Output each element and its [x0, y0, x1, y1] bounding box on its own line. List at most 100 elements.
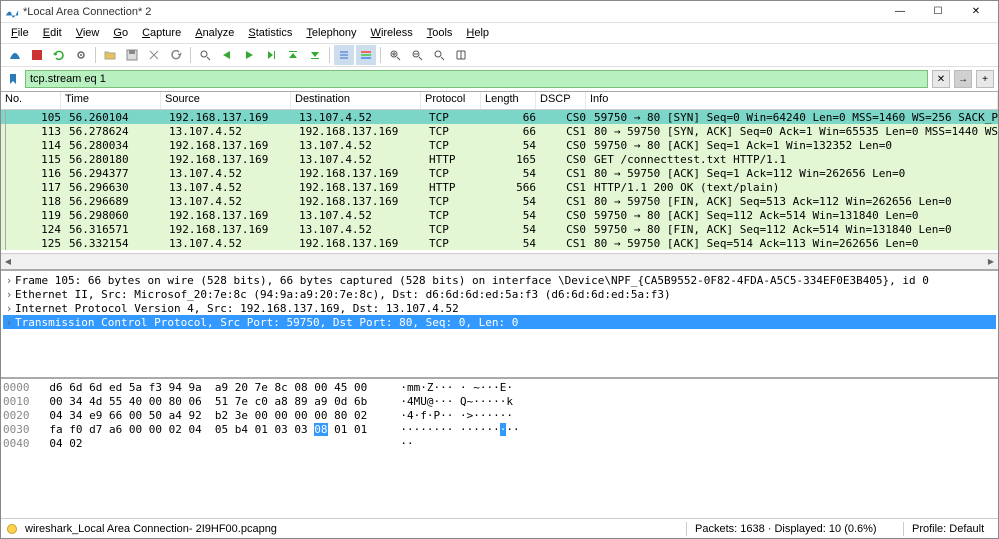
hex-offset: 0020 [3, 409, 30, 422]
toolbar-separator [95, 47, 96, 63]
cell-source: 13.107.4.52 [165, 237, 295, 250]
packet-list-header[interactable]: No. Time Source Destination Protocol Len… [1, 92, 998, 110]
detail-tree-item[interactable]: ›Transmission Control Protocol, Src Port… [3, 315, 996, 329]
packet-row[interactable]: 11956.298060192.168.137.16913.107.4.52TC… [1, 208, 998, 222]
cell-source: 13.107.4.52 [165, 181, 295, 194]
hex-row[interactable]: 0000 d6 6d 6d ed 5a f3 94 9a a9 20 7e 8c… [3, 381, 996, 395]
column-header-destination[interactable]: Destination [291, 92, 421, 109]
resize-columns-button[interactable] [451, 45, 471, 65]
packet-row[interactable]: 10556.260104192.168.137.16913.107.4.52TC… [1, 110, 998, 124]
packet-row[interactable]: 11456.280034192.168.137.16913.107.4.52TC… [1, 138, 998, 152]
detail-tree-item[interactable]: ›Frame 105: 66 bytes on wire (528 bits),… [3, 273, 996, 287]
hex-row[interactable]: 0010 00 34 4d 55 40 00 80 06 51 7e c0 a8… [3, 395, 996, 409]
packet-row[interactable]: 11856.29668913.107.4.52192.168.137.169TC… [1, 194, 998, 208]
menu-edit[interactable]: Edit [37, 25, 68, 41]
packet-row[interactable]: 12556.33215413.107.4.52192.168.137.169TC… [1, 236, 998, 250]
hex-row[interactable]: 0030 fa f0 d7 a6 00 00 02 04 05 b4 01 03… [3, 423, 996, 437]
packet-list-hscroll[interactable]: ◀ ▶ [1, 253, 998, 269]
packet-row[interactable]: 11556.280180192.168.137.16913.107.4.52HT… [1, 152, 998, 166]
zoom-reset-button[interactable] [429, 45, 449, 65]
menu-help[interactable]: Help [460, 25, 495, 41]
go-back-button[interactable] [217, 45, 237, 65]
status-bar: wireshark_Local Area Connection- 2I9HF00… [1, 518, 998, 538]
detail-tree-item[interactable]: ›Ethernet II, Src: Microsof_20:7e:8c (94… [3, 287, 996, 301]
cell-no: 115 [17, 153, 65, 166]
zoom-in-button[interactable] [385, 45, 405, 65]
status-profile-label[interactable]: Profile: Default [912, 523, 992, 535]
packet-row[interactable]: 11356.27862413.107.4.52192.168.137.169TC… [1, 124, 998, 138]
menu-statistics[interactable]: Statistics [242, 25, 298, 41]
expand-toggle-icon[interactable]: › [3, 302, 15, 315]
find-packet-button[interactable] [195, 45, 215, 65]
zoom-out-button[interactable] [407, 45, 427, 65]
colorize-button[interactable] [356, 45, 376, 65]
folder-open-icon [104, 49, 116, 61]
packet-bytes-pane[interactable]: 0000 d6 6d 6d ed 5a f3 94 9a a9 20 7e 8c… [1, 377, 998, 457]
detail-tree-item[interactable]: ›Internet Protocol Version 4, Src: 192.1… [3, 301, 996, 315]
column-header-info[interactable]: Info [586, 92, 998, 109]
menu-telephony[interactable]: Telephony [300, 25, 362, 41]
column-header-source[interactable]: Source [161, 92, 291, 109]
column-header-protocol[interactable]: Protocol [421, 92, 481, 109]
detail-text: Frame 105: 66 bytes on wire (528 bits), … [15, 274, 929, 287]
bookmark-icon[interactable] [5, 71, 21, 87]
jump-packet-button[interactable] [261, 45, 281, 65]
expand-toggle-icon[interactable]: › [3, 274, 15, 287]
arrow-up-bar-icon [287, 49, 299, 61]
column-header-length[interactable]: Length [481, 92, 536, 109]
menu-view[interactable]: View [70, 25, 106, 41]
stop-capture-button[interactable] [27, 45, 47, 65]
close-file-button[interactable] [144, 45, 164, 65]
go-forward-button[interactable] [239, 45, 259, 65]
start-capture-button[interactable] [5, 45, 25, 65]
clear-filter-button[interactable]: ✕ [932, 70, 950, 88]
apply-filter-button[interactable]: → [954, 70, 972, 88]
cell-destination: 192.168.137.169 [295, 195, 425, 208]
expand-toggle-icon[interactable]: › [3, 316, 15, 329]
reload-button[interactable] [166, 45, 186, 65]
menu-file[interactable]: File [5, 25, 35, 41]
title-bar[interactable]: *Local Area Connection* 2 — ☐ ✕ [1, 1, 998, 23]
packet-list-body[interactable]: 10556.260104192.168.137.16913.107.4.52TC… [1, 110, 998, 253]
cell-length: 54 [485, 237, 540, 250]
menu-analyze[interactable]: Analyze [189, 25, 240, 41]
scroll-left-button[interactable]: ◀ [1, 254, 15, 269]
expert-info-indicator[interactable] [7, 524, 17, 534]
packet-row[interactable]: 12456.316571192.168.137.16913.107.4.52TC… [1, 222, 998, 236]
display-filter-input[interactable] [25, 70, 928, 88]
cell-dscp: CS0 [540, 153, 590, 166]
close-button[interactable]: ✕ [958, 3, 994, 21]
column-header-dscp[interactable]: DSCP [536, 92, 586, 109]
cell-protocol: TCP [425, 237, 485, 250]
menu-wireless[interactable]: Wireless [365, 25, 419, 41]
packet-row[interactable]: 11656.29437713.107.4.52192.168.137.169TC… [1, 166, 998, 180]
packet-row[interactable]: 11756.29663013.107.4.52192.168.137.169HT… [1, 180, 998, 194]
last-packet-button[interactable] [305, 45, 325, 65]
cell-time: 56.296630 [65, 181, 165, 194]
restart-capture-button[interactable] [49, 45, 69, 65]
auto-scroll-button[interactable] [334, 45, 354, 65]
open-file-button[interactable] [100, 45, 120, 65]
cell-protocol: TCP [425, 195, 485, 208]
cell-source: 13.107.4.52 [165, 125, 295, 138]
expand-toggle-icon[interactable]: › [3, 288, 15, 301]
packet-details-pane[interactable]: ›Frame 105: 66 bytes on wire (528 bits),… [1, 269, 998, 377]
maximize-button[interactable]: ☐ [920, 3, 956, 21]
cell-time: 56.280034 [65, 139, 165, 152]
capture-options-button[interactable] [71, 45, 91, 65]
menu-tools[interactable]: Tools [421, 25, 459, 41]
cell-length: 54 [485, 209, 540, 222]
cell-source: 192.168.137.169 [165, 139, 295, 152]
first-packet-button[interactable] [283, 45, 303, 65]
menu-go[interactable]: Go [107, 25, 134, 41]
hex-row[interactable]: 0020 04 34 e9 66 00 50 a4 92 b2 3e 00 00… [3, 409, 996, 423]
menu-capture[interactable]: Capture [136, 25, 187, 41]
scroll-right-button[interactable]: ▶ [984, 254, 998, 269]
save-file-button[interactable] [122, 45, 142, 65]
add-filter-button[interactable]: + [976, 70, 994, 88]
minimize-button[interactable]: — [882, 3, 918, 21]
column-header-time[interactable]: Time [61, 92, 161, 109]
cell-protocol: TCP [425, 223, 485, 236]
hex-row[interactable]: 0040 04 02 ·· [3, 437, 996, 451]
column-header-no[interactable]: No. [1, 92, 61, 109]
